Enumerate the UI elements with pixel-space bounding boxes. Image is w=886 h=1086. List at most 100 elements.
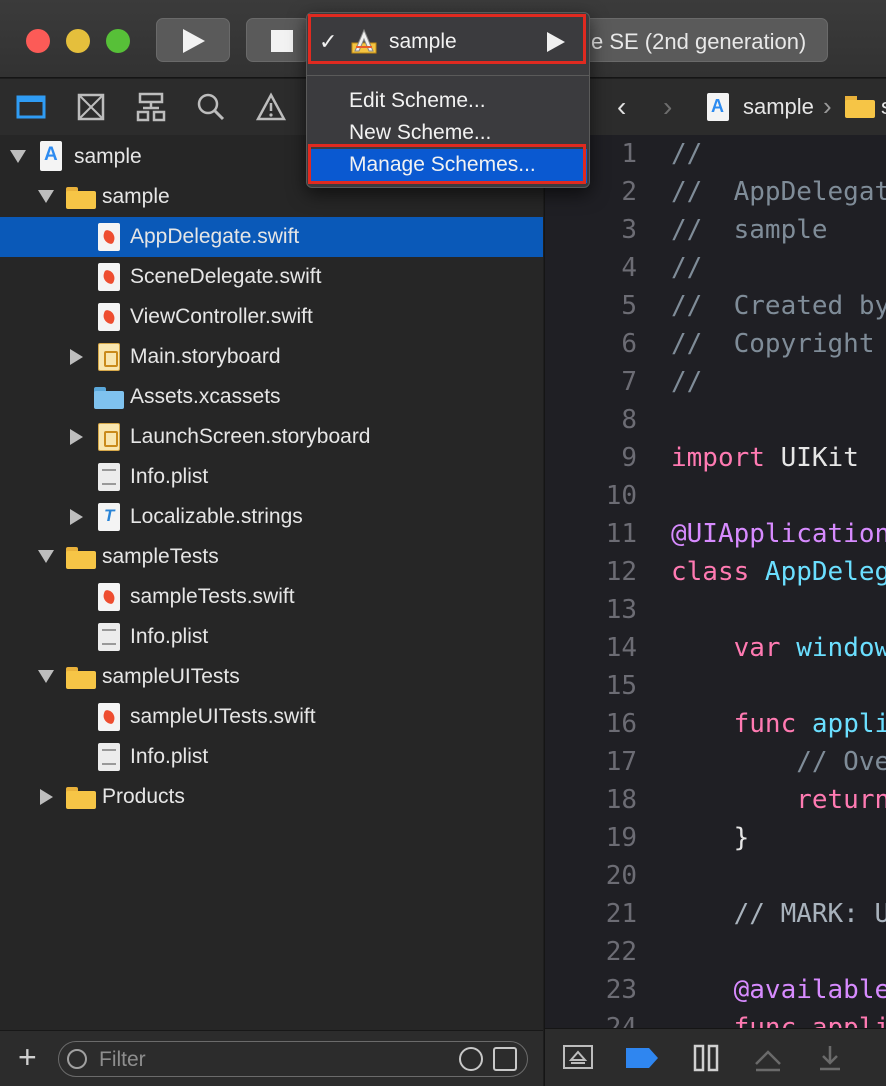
tree-row-file[interactable]: Localizable.strings — [0, 497, 543, 537]
code-line[interactable]: 24 func appli — [545, 1013, 886, 1028]
tree-row-group[interactable]: Products — [0, 777, 543, 817]
code-token: // Ove — [671, 747, 886, 777]
code-text: // Copyright — [671, 329, 875, 359]
line-number: 19 — [605, 823, 637, 853]
code-line[interactable]: 23 @available — [545, 975, 886, 1013]
project-file-icon — [707, 93, 729, 121]
pause-icon[interactable] — [693, 1044, 719, 1072]
tree-row-file[interactable]: Assets.xcassets — [0, 377, 543, 417]
source-editor[interactable]: 1//2// AppDelegat 3 // sample 4 // 5 // Create… — [544, 135, 886, 1028]
code-line[interactable]: 6 // Copyright — [545, 329, 886, 367]
code-line[interactable]: 21 // MARK: U — [545, 899, 886, 937]
tree-row-file[interactable]: ViewController.swift — [0, 297, 543, 337]
disclosure-closed-icon[interactable] — [70, 509, 83, 525]
line-number: 20 — [605, 861, 637, 891]
code-line[interactable]: 15 — [545, 671, 886, 709]
stop-button[interactable] — [246, 18, 310, 62]
code-text: return — [671, 785, 886, 815]
line-number: 7 — [621, 367, 637, 397]
jump-bar-group[interactable]: s — [881, 94, 886, 120]
code-token: class — [671, 557, 750, 587]
tree-row-file[interactable]: sampleTests.swift — [0, 577, 543, 617]
disclosure-closed-icon[interactable] — [70, 429, 83, 445]
hide-debug-area-icon[interactable] — [563, 1044, 593, 1070]
step-into-icon[interactable] — [817, 1044, 843, 1072]
run-destination-selector[interactable]: e SE (2nd generation) — [560, 18, 828, 62]
code-line[interactable]: 16 func appli — [545, 709, 886, 747]
jump-bar-project[interactable]: sample — [743, 94, 814, 120]
disclosure-closed-icon[interactable] — [70, 349, 83, 365]
code-line[interactable]: 20 — [545, 861, 886, 899]
tree-row-label: sample — [74, 145, 142, 168]
tree-row-label: AppDelegate.swift — [130, 225, 300, 248]
tree-row-file[interactable]: Info.plist — [0, 617, 543, 657]
tree-row-file[interactable]: Info.plist — [0, 737, 543, 777]
code-token: // — [671, 253, 703, 283]
code-line[interactable]: 19 } — [545, 823, 886, 861]
code-line[interactable]: 7 // — [545, 367, 886, 405]
disclosure-open-icon[interactable] — [38, 670, 54, 683]
code-line[interactable]: 4 // — [545, 253, 886, 291]
zoom-window-button[interactable] — [106, 29, 130, 53]
tree-row-label: Main.storyboard — [130, 345, 281, 368]
disclosure-open-icon[interactable] — [38, 190, 54, 203]
tree-row-group[interactable]: sampleUITests — [0, 657, 543, 697]
back-chevron-icon[interactable]: ‹ — [617, 91, 626, 123]
code-line[interactable]: 2// AppDelegat — [545, 177, 886, 215]
code-line[interactable]: 8 — [545, 405, 886, 443]
tree-row-file-selected[interactable]: AppDelegate.swift — [0, 217, 543, 257]
code-line[interactable]: 18 return — [545, 785, 886, 823]
code-line[interactable]: 10 — [545, 481, 886, 519]
line-number: 10 — [605, 481, 637, 511]
tree-row-group[interactable]: sampleTests — [0, 537, 543, 577]
tree-row-file[interactable]: LaunchScreen.storyboard — [0, 417, 543, 457]
source-control-navigator-icon[interactable] — [76, 92, 106, 122]
code-line[interactable]: 22 — [545, 937, 886, 975]
find-navigator-search-icon[interactable] — [196, 92, 226, 122]
code-line[interactable]: 13 — [545, 595, 886, 633]
add-file-button[interactable]: + — [18, 1041, 37, 1073]
tree-row-file[interactable]: sampleUITests.swift — [0, 697, 543, 737]
minimize-window-button[interactable] — [66, 29, 90, 53]
symbol-navigator-hierarchy-icon[interactable] — [136, 92, 166, 122]
line-number: 8 — [621, 405, 637, 435]
code-line[interactable]: 3 // sample — [545, 215, 886, 253]
code-line[interactable]: 14 var window — [545, 633, 886, 671]
code-line[interactable]: 5 // Created by — [545, 291, 886, 329]
recent-files-clock-icon[interactable] — [459, 1047, 483, 1071]
code-token: // Created by — [671, 291, 886, 321]
code-line[interactable]: 12 class AppDeleg — [545, 557, 886, 595]
run-button[interactable] — [156, 18, 230, 62]
code-line[interactable]: 17 // Ove — [545, 747, 886, 785]
code-line[interactable]: 11 @UIApplication — [545, 519, 886, 557]
disclosure-open-icon[interactable] — [10, 150, 26, 163]
tree-row-label: sample — [102, 185, 170, 208]
strings-file-icon — [98, 503, 120, 531]
forward-chevron-icon[interactable]: › — [663, 91, 672, 123]
code-line[interactable]: 1// — [545, 139, 886, 177]
project-navigator-folder-icon[interactable] — [16, 92, 46, 122]
code-text: import UIKit — [671, 443, 859, 473]
code-line[interactable]: 9 import UIKit — [545, 443, 886, 481]
line-number: 5 — [621, 291, 637, 321]
tree-row-file[interactable]: SceneDelegate.swift — [0, 257, 543, 297]
navigator-filter-field[interactable]: Filter — [58, 1041, 528, 1077]
close-window-button[interactable] — [26, 29, 50, 53]
tree-row-file[interactable]: Main.storyboard — [0, 337, 543, 377]
disclosure-closed-icon[interactable] — [40, 789, 53, 805]
line-number: 18 — [605, 785, 637, 815]
tree-row-file[interactable]: Info.plist — [0, 457, 543, 497]
tree-row-label: sampleUITests — [102, 665, 240, 688]
source-control-filter-icon[interactable] — [493, 1047, 517, 1071]
issue-navigator-warning-icon[interactable] — [256, 92, 286, 122]
line-number: 13 — [605, 595, 637, 625]
code-token: import — [671, 443, 765, 473]
swift-file-icon — [98, 223, 120, 251]
breakpoints-icon[interactable] — [625, 1047, 659, 1069]
code-text: @available — [671, 975, 886, 1005]
menu-item-label: Edit Scheme... — [349, 89, 486, 112]
disclosure-open-icon[interactable] — [38, 550, 54, 563]
step-over-icon[interactable] — [753, 1044, 783, 1072]
tree-row-label: LaunchScreen.storyboard — [130, 425, 371, 448]
edit-scheme-item[interactable]: Edit Scheme... — [309, 85, 587, 119]
